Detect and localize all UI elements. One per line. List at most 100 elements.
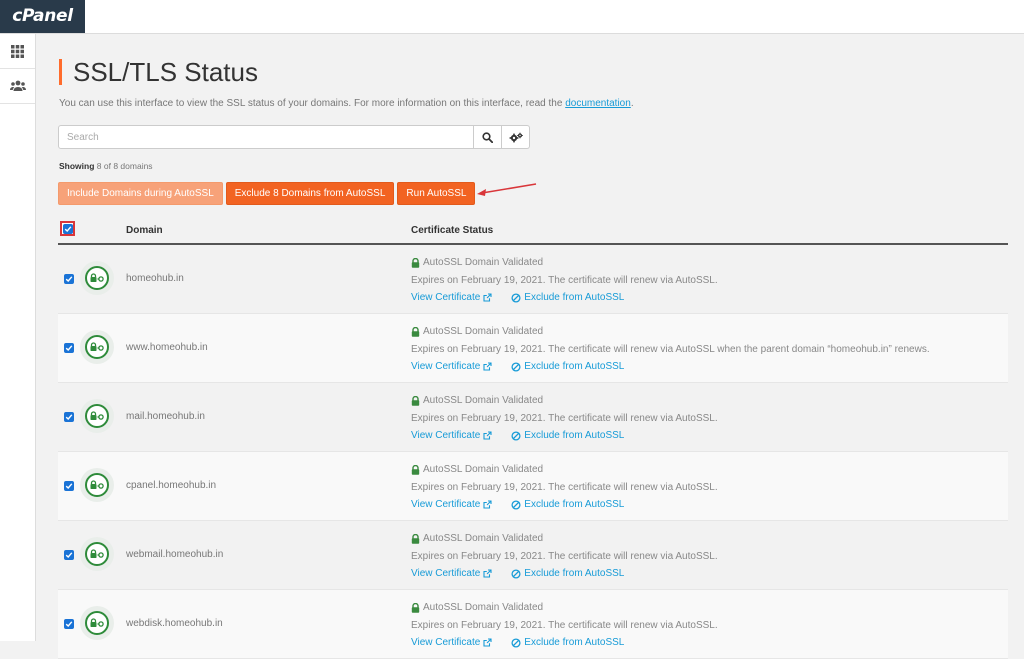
exclude-from-autossl-link[interactable]: Exclude from AutoSSL bbox=[511, 565, 624, 583]
domain-name: homeohub.in bbox=[126, 273, 184, 284]
domain-name: cpanel.homeohub.in bbox=[126, 480, 217, 491]
external-link-icon bbox=[483, 500, 492, 509]
run-autossl-button[interactable]: Run AutoSSL bbox=[397, 182, 476, 205]
table-row: cpanel.homeohub.in AutoSSL Domain Valida… bbox=[58, 452, 1008, 521]
search-button[interactable] bbox=[474, 125, 502, 149]
ssl-status-icon bbox=[80, 330, 114, 364]
ssl-status-icon bbox=[80, 399, 114, 433]
view-certificate-link[interactable]: View Certificate bbox=[411, 427, 492, 445]
sidebar bbox=[0, 34, 36, 641]
settings-button[interactable] bbox=[502, 125, 530, 149]
description-suffix: . bbox=[630, 98, 634, 109]
exclude-label: Exclude from AutoSSL bbox=[524, 292, 625, 303]
search-input[interactable] bbox=[58, 125, 474, 149]
view-certificate-link[interactable]: View Certificate bbox=[411, 289, 492, 307]
certificate-status: AutoSSL Domain Validated Expires on Febr… bbox=[411, 323, 930, 376]
exclude-from-autossl-link[interactable]: Exclude from AutoSSL bbox=[511, 358, 624, 376]
cpanel-logo[interactable]: cPanel bbox=[0, 0, 85, 33]
showing-count: Showing 8 of 8 domains bbox=[59, 161, 153, 171]
table-row: webdisk.homeohub.in AutoSSL Domain Valid… bbox=[58, 590, 1008, 659]
view-certificate-link[interactable]: View Certificate bbox=[411, 565, 492, 583]
lock-icon bbox=[411, 602, 420, 613]
exclude-label: Exclude from AutoSSL bbox=[524, 499, 625, 510]
status-column-header[interactable]: Certificate Status bbox=[411, 225, 493, 236]
ban-icon bbox=[511, 362, 521, 372]
exclude-domains-button[interactable]: Exclude 8 Domains from AutoSSL bbox=[225, 182, 395, 205]
exclude-from-autossl-link[interactable]: Exclude from AutoSSL bbox=[511, 289, 624, 307]
sidebar-item-users[interactable] bbox=[0, 69, 35, 104]
row-checkbox[interactable] bbox=[64, 343, 74, 353]
lock-icon bbox=[411, 395, 420, 406]
row-checkbox[interactable] bbox=[64, 619, 74, 629]
lock-key-icon bbox=[90, 273, 104, 282]
showing-text: 8 of 8 domains bbox=[96, 161, 153, 171]
ban-icon bbox=[511, 638, 521, 648]
exclude-label: Exclude from AutoSSL bbox=[524, 361, 625, 372]
search-icon bbox=[482, 131, 493, 143]
exclude-from-autossl-link[interactable]: Exclude from AutoSSL bbox=[511, 634, 624, 652]
select-all-checkbox[interactable] bbox=[60, 221, 75, 236]
domain-name: mail.homeohub.in bbox=[126, 411, 205, 422]
certificate-status: AutoSSL Domain Validated Expires on Febr… bbox=[411, 461, 718, 514]
external-link-icon bbox=[483, 638, 492, 647]
sidebar-item-tools[interactable] bbox=[0, 34, 35, 69]
grid-icon bbox=[11, 44, 24, 58]
exclude-label: Exclude from AutoSSL bbox=[524, 430, 625, 441]
documentation-link[interactable]: documentation bbox=[565, 98, 631, 109]
certificate-status: AutoSSL Domain Validated Expires on Febr… bbox=[411, 392, 718, 445]
lock-key-icon bbox=[90, 549, 104, 558]
external-link-icon bbox=[483, 569, 492, 578]
expiry-text: Expires on February 19, 2021. The certif… bbox=[411, 550, 718, 562]
include-domains-button[interactable]: Include Domains during AutoSSL bbox=[58, 182, 223, 205]
table-row: webmail.homeohub.in AutoSSL Domain Valid… bbox=[58, 521, 1008, 590]
exclude-from-autossl-link[interactable]: Exclude from AutoSSL bbox=[511, 496, 624, 514]
ban-icon bbox=[511, 293, 521, 303]
view-certificate-label: View Certificate bbox=[411, 568, 481, 579]
status-label: AutoSSL Domain Validated bbox=[423, 395, 544, 406]
ssl-status-icon bbox=[80, 468, 114, 502]
view-certificate-label: View Certificate bbox=[411, 637, 481, 648]
view-certificate-link[interactable]: View Certificate bbox=[411, 358, 492, 376]
lock-key-icon bbox=[90, 342, 104, 351]
row-checkbox[interactable] bbox=[64, 481, 74, 491]
external-link-icon bbox=[483, 293, 492, 302]
view-certificate-link[interactable]: View Certificate bbox=[411, 496, 492, 514]
domain-name: webmail.homeohub.in bbox=[126, 549, 224, 560]
table-header: Domain Certificate Status bbox=[58, 220, 1008, 245]
ssl-status-icon bbox=[80, 537, 114, 571]
exclude-from-autossl-link[interactable]: Exclude from AutoSSL bbox=[511, 427, 624, 445]
annotation-arrow bbox=[477, 183, 537, 196]
ssl-status-icon bbox=[80, 606, 114, 640]
checkbox-checked-icon bbox=[62, 223, 73, 234]
table-row: www.homeohub.in AutoSSL Domain Validated… bbox=[58, 314, 1008, 383]
page-description: You can use this interface to view the S… bbox=[59, 98, 634, 109]
status-label: AutoSSL Domain Validated bbox=[423, 602, 544, 613]
lock-key-icon bbox=[90, 411, 104, 420]
exclude-label: Exclude from AutoSSL bbox=[524, 637, 625, 648]
certificate-status: AutoSSL Domain Validated Expires on Febr… bbox=[411, 254, 718, 307]
ban-icon bbox=[511, 569, 521, 579]
lock-icon bbox=[411, 326, 420, 337]
action-buttons: Include Domains during AutoSSL Exclude 8… bbox=[58, 182, 476, 205]
domain-column-header[interactable]: Domain bbox=[126, 225, 163, 236]
description-text: You can use this interface to view the S… bbox=[59, 98, 566, 109]
view-certificate-label: View Certificate bbox=[411, 499, 481, 510]
view-certificate-label: View Certificate bbox=[411, 430, 481, 441]
row-checkbox[interactable] bbox=[64, 274, 74, 284]
expiry-text: Expires on February 19, 2021. The certif… bbox=[411, 481, 718, 493]
expiry-text: Expires on February 19, 2021. The certif… bbox=[411, 619, 718, 631]
lock-icon bbox=[411, 257, 420, 268]
row-checkbox[interactable] bbox=[64, 550, 74, 560]
domain-name: webdisk.homeohub.in bbox=[126, 618, 223, 629]
page-title: SSL/TLS Status bbox=[73, 57, 258, 87]
page-title-wrap: SSL/TLS Status bbox=[59, 59, 258, 85]
lock-key-icon bbox=[90, 618, 104, 627]
external-link-icon bbox=[483, 431, 492, 440]
users-icon bbox=[9, 80, 26, 91]
view-certificate-link[interactable]: View Certificate bbox=[411, 634, 492, 652]
lock-icon bbox=[411, 464, 420, 475]
row-checkbox[interactable] bbox=[64, 412, 74, 422]
ban-icon bbox=[511, 500, 521, 510]
status-label: AutoSSL Domain Validated bbox=[423, 257, 544, 268]
main-content: SSL/TLS Status You can use this interfac… bbox=[36, 34, 1024, 659]
